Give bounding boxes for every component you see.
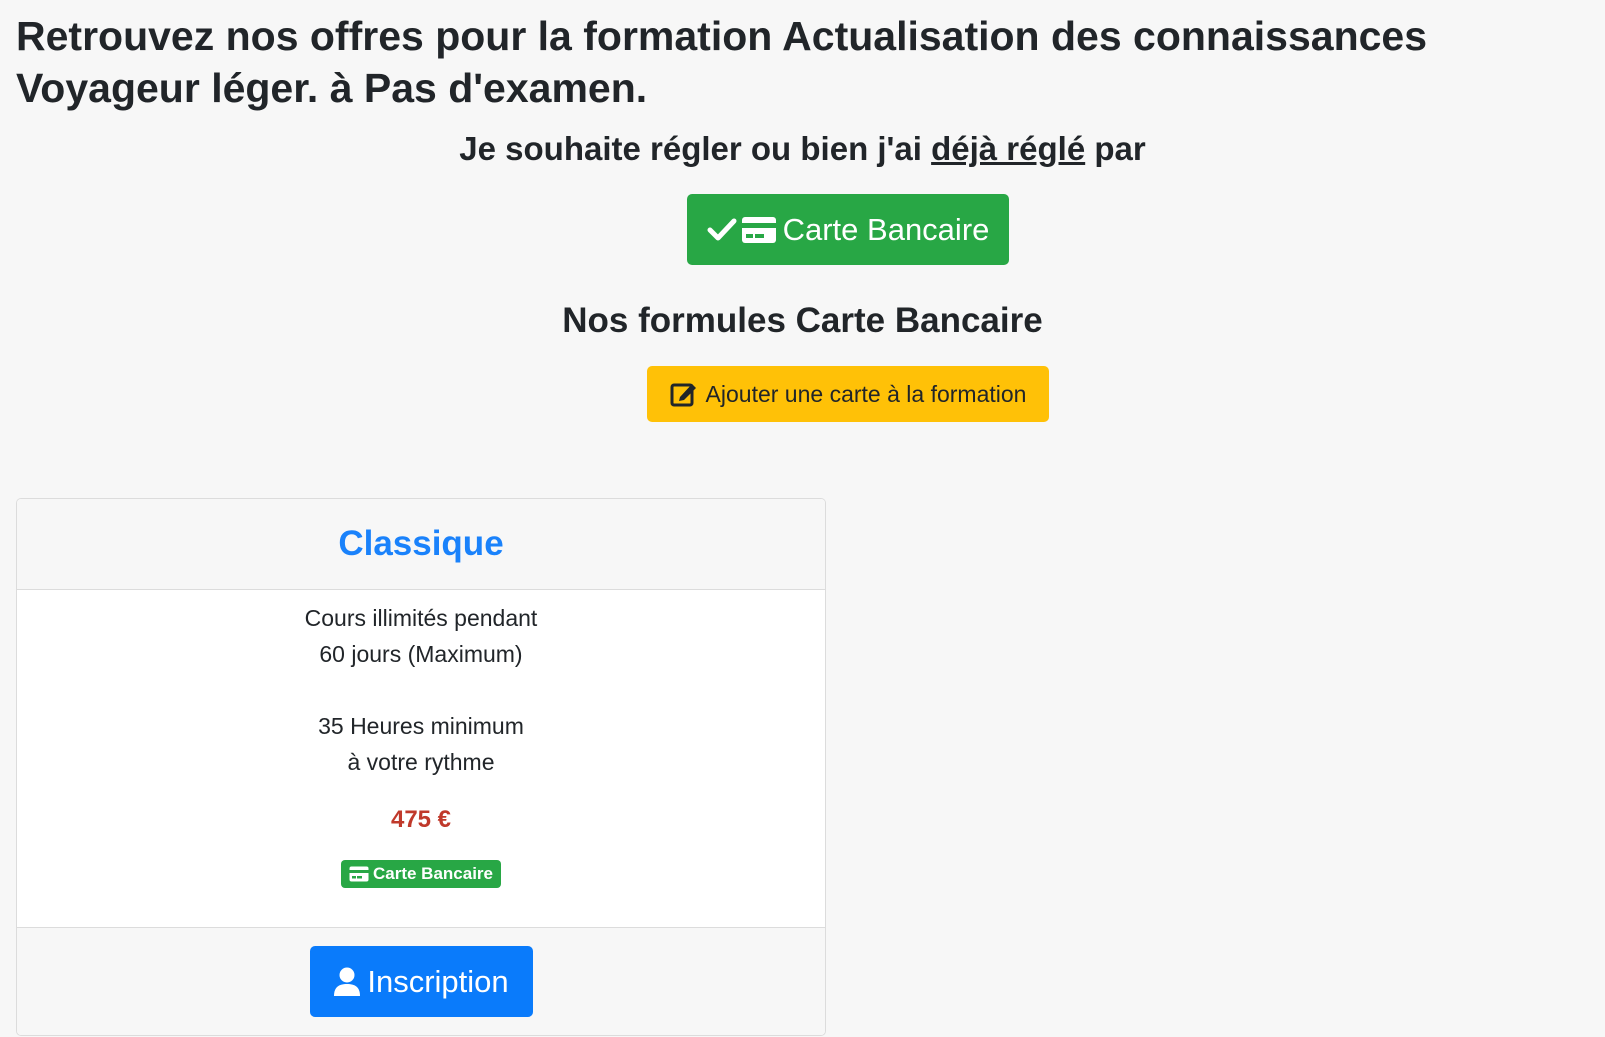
- offer-card-header: Classique: [17, 499, 825, 590]
- payment-question-suffix: par: [1094, 130, 1146, 167]
- payment-question-underlined: déjà réglé: [931, 130, 1086, 167]
- offer-title: Classique: [338, 524, 504, 563]
- offer-card-body: Cours illimités pendant 60 jours (Maximu…: [17, 590, 825, 927]
- add-card-button-label: Ajouter une carte à la formation: [705, 380, 1027, 407]
- offer-feature-line: 35 Heures minimum: [318, 713, 524, 739]
- credit-card-icon: [349, 866, 369, 882]
- page-title: Retrouvez nos offres pour la formation A…: [16, 13, 1428, 111]
- payment-question: Je souhaite régler ou bien j'ai déjà rég…: [0, 123, 1605, 175]
- offer-card: Classique Cours illimités pendant 60 jou…: [16, 498, 826, 1036]
- offer-price: 475 €: [390, 806, 452, 833]
- check-icon: [707, 218, 737, 240]
- formules-title: Nos formules Carte Bancaire: [562, 301, 1043, 340]
- inscription-button[interactable]: Inscription: [309, 946, 533, 1017]
- user-icon: [334, 967, 361, 996]
- carte-bancaire-button[interactable]: Carte Bancaire: [687, 194, 1009, 265]
- offer-feature-line: 60 jours (Maximum): [319, 641, 523, 667]
- offer-feature-line: à votre rythme: [347, 749, 495, 775]
- payment-method-badge: Carte Bancaire: [340, 860, 501, 888]
- payment-question-prefix: Je souhaite régler ou bien j'ai: [459, 130, 922, 167]
- inscription-button-label: Inscription: [367, 963, 509, 999]
- carte-bancaire-button-label: Carte Bancaire: [782, 211, 990, 247]
- carte-bancaire-button-icons: [707, 216, 777, 244]
- credit-card-icon: [741, 216, 776, 243]
- offer-card-footer: Inscription: [17, 927, 825, 1035]
- edit-icon: [670, 383, 696, 407]
- payment-method-badge-label: Carte Bancaire: [372, 864, 493, 883]
- add-card-button[interactable]: Ajouter une carte à la formation: [647, 366, 1049, 422]
- offer-feature-line: Cours illimités pendant: [304, 605, 538, 631]
